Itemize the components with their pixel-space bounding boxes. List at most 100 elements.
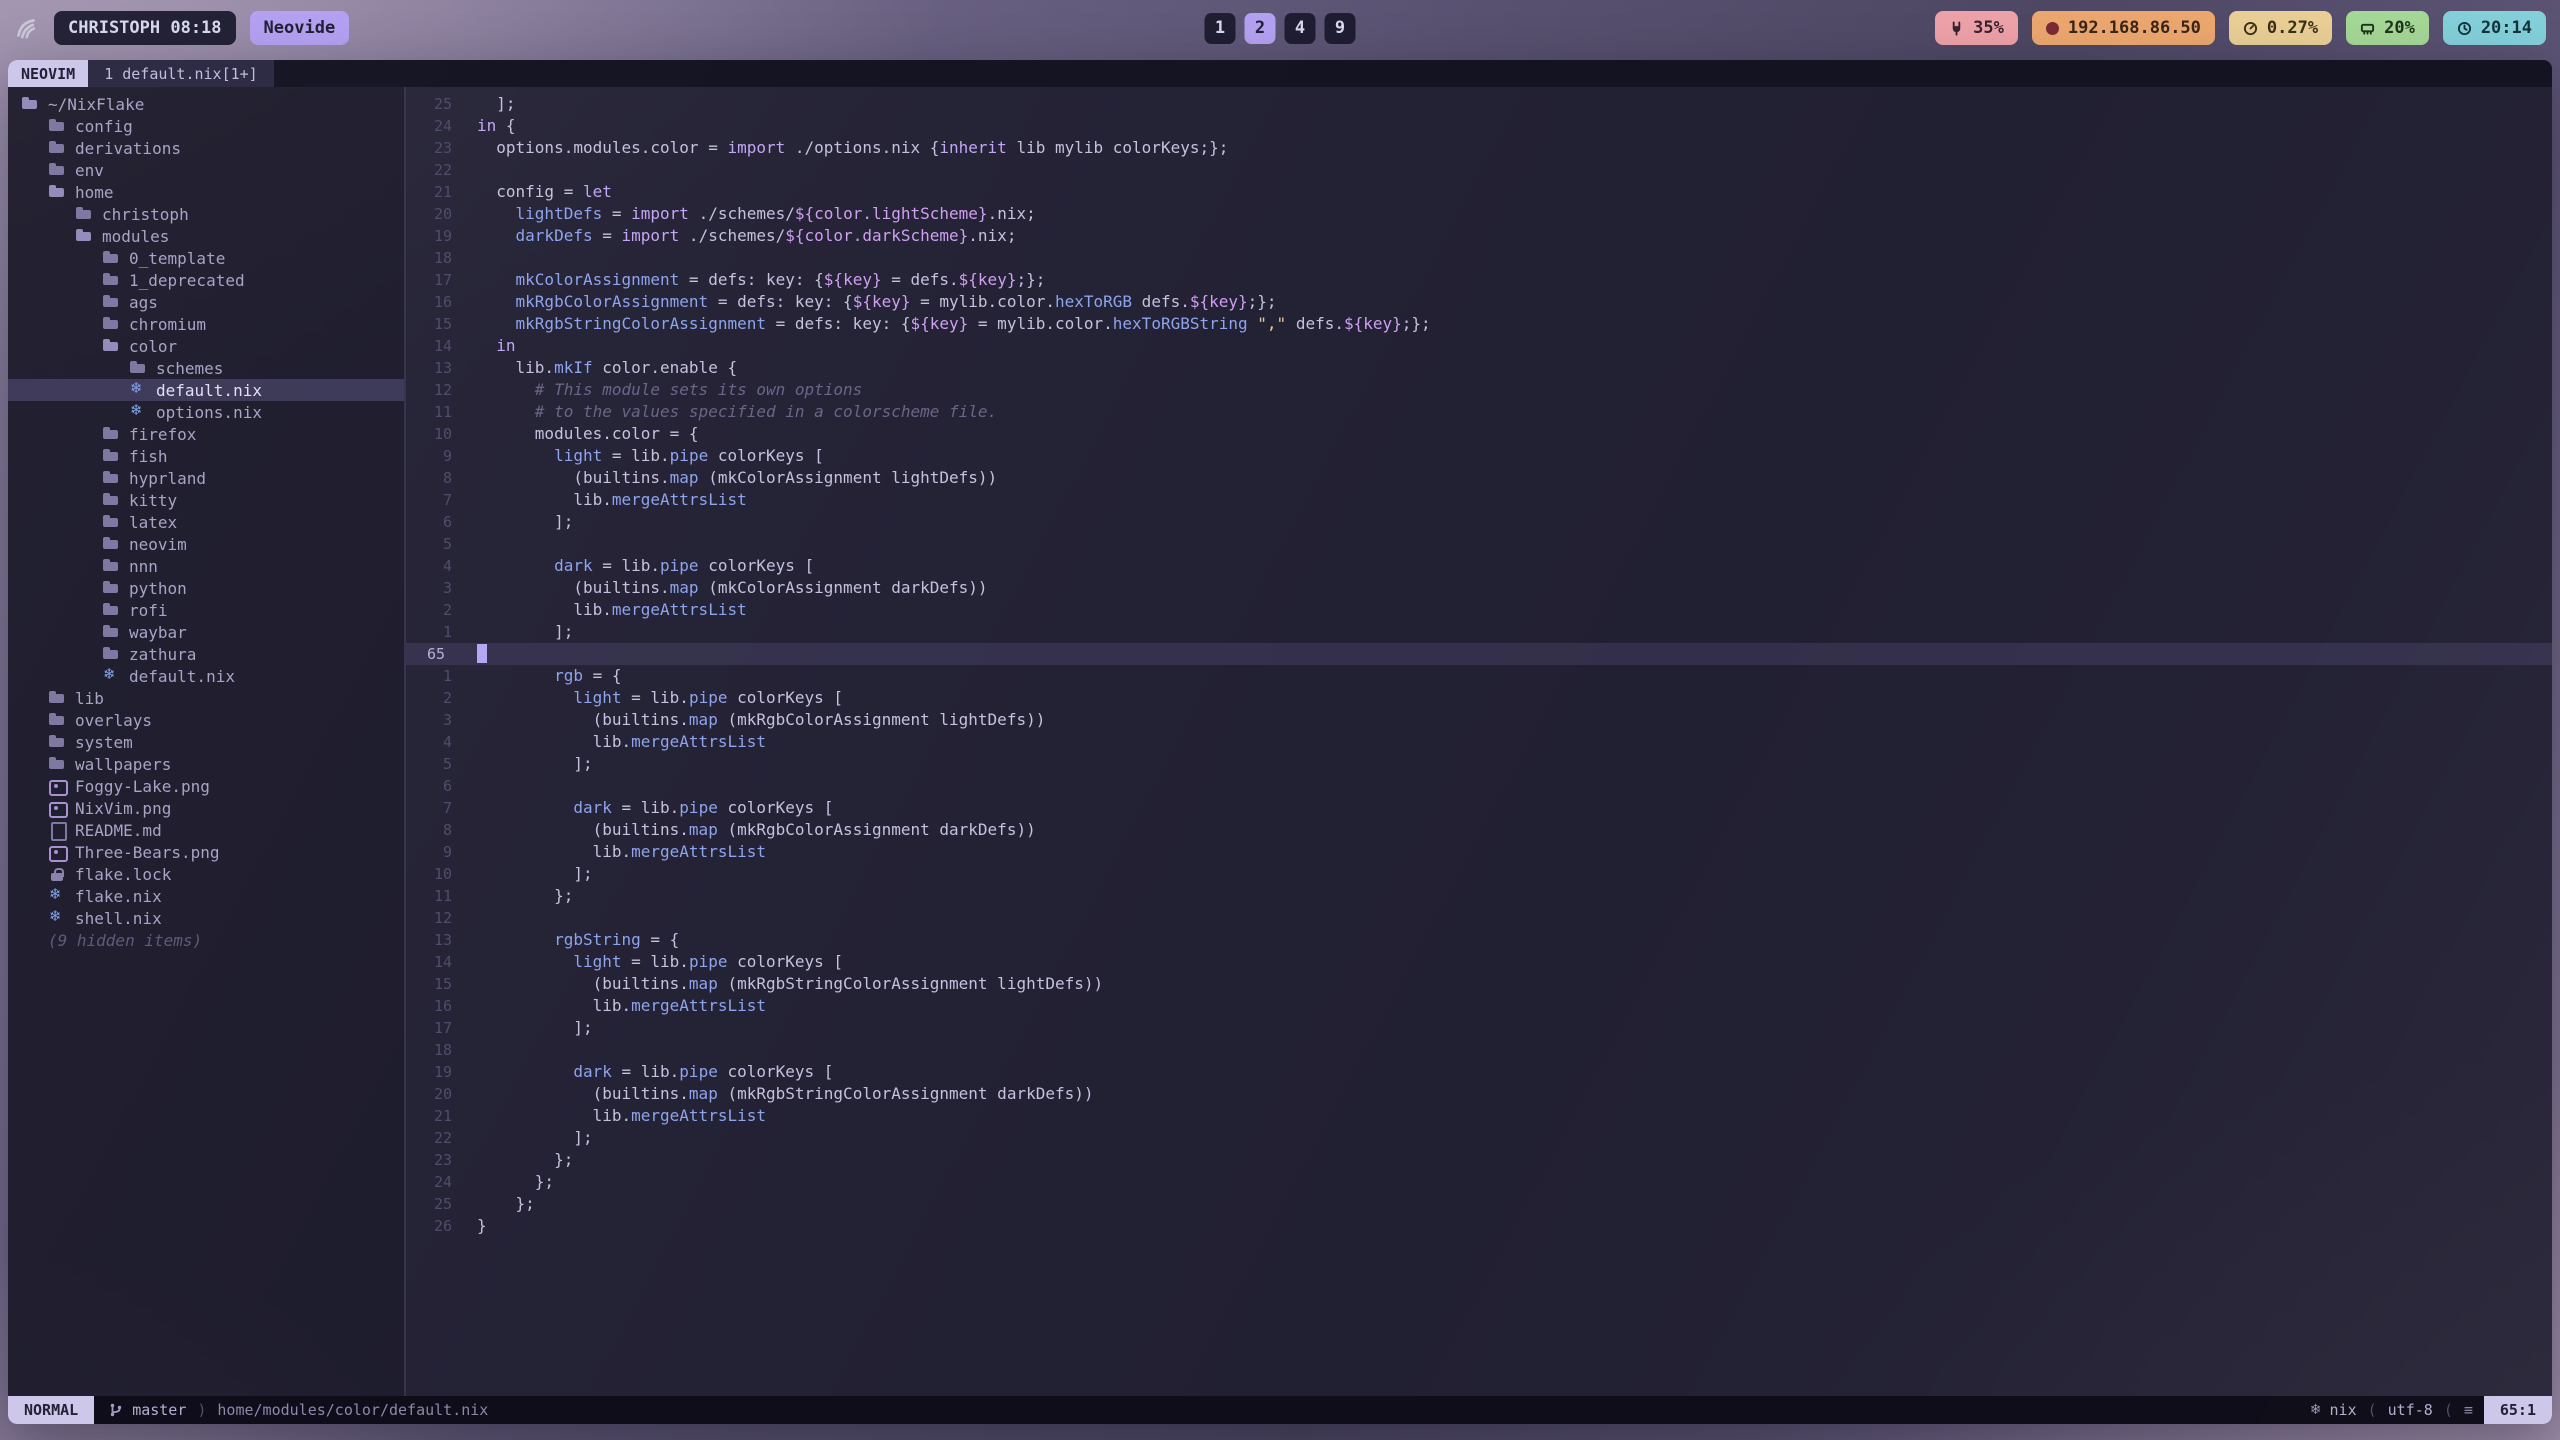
tree-item-selected[interactable]: default.nix xyxy=(8,379,404,401)
editor-line[interactable]: 15 (builtins.map (mkRgbStringColorAssign… xyxy=(406,973,2552,995)
editor-line[interactable]: 9 light = lib.pipe colorKeys [ xyxy=(406,445,2552,467)
workspace-button-4[interactable]: 4 xyxy=(1285,13,1316,44)
editor-line[interactable]: 20 (builtins.map (mkRgbStringColorAssign… xyxy=(406,1083,2552,1105)
editor-line[interactable]: 8 (builtins.map (mkRgbColorAssignment da… xyxy=(406,819,2552,841)
tree-item[interactable]: ags xyxy=(8,291,404,313)
editor-line[interactable]: 22 ]; xyxy=(406,1127,2552,1149)
tree-item[interactable]: home xyxy=(8,181,404,203)
tree-item[interactable]: nnn xyxy=(8,555,404,577)
tab-default-nix[interactable]: 1 default.nix[1+] xyxy=(88,60,274,87)
editor-line[interactable]: 17 ]; xyxy=(406,1017,2552,1039)
tree-item[interactable]: fish xyxy=(8,445,404,467)
tree-item[interactable]: flake.lock xyxy=(8,863,404,885)
line-number: 16 xyxy=(406,995,452,1017)
tree-item[interactable]: Three-Bears.png xyxy=(8,841,404,863)
tree-item[interactable]: Foggy-Lake.png xyxy=(8,775,404,797)
editor-line[interactable]: 4 dark = lib.pipe colorKeys [ xyxy=(406,555,2552,577)
tree-item[interactable]: 0_template xyxy=(8,247,404,269)
tree-item-label: flake.nix xyxy=(75,887,162,906)
tree-item[interactable]: options.nix xyxy=(8,401,404,423)
tree-item[interactable]: (9 hidden items) xyxy=(8,929,404,951)
tree-item[interactable]: chromium xyxy=(8,313,404,335)
editor-cursor-line[interactable]: 65 xyxy=(406,643,2552,665)
editor-line[interactable]: 2 lib.mergeAttrsList xyxy=(406,599,2552,621)
editor-line[interactable]: 19 dark = lib.pipe colorKeys [ xyxy=(406,1061,2552,1083)
editor-line[interactable]: 7 lib.mergeAttrsList xyxy=(406,489,2552,511)
editor-line[interactable]: 7 dark = lib.pipe colorKeys [ xyxy=(406,797,2552,819)
tree-item[interactable]: default.nix xyxy=(8,665,404,687)
editor-line[interactable]: 16 mkRgbColorAssignment = defs: key: {${… xyxy=(406,291,2552,313)
tree-item[interactable]: rofi xyxy=(8,599,404,621)
tree-item[interactable]: christoph xyxy=(8,203,404,225)
tree-item[interactable]: config xyxy=(8,115,404,137)
tree-item[interactable]: README.md xyxy=(8,819,404,841)
editor-line[interactable]: 1 rgb = { xyxy=(406,665,2552,687)
editor-line[interactable]: 14 light = lib.pipe colorKeys [ xyxy=(406,951,2552,973)
tree-item[interactable]: derivations xyxy=(8,137,404,159)
editor-line[interactable]: 19 darkDefs = import ./schemes/${color.d… xyxy=(406,225,2552,247)
editor-line[interactable]: 10 ]; xyxy=(406,863,2552,885)
editor-line[interactable]: 24in { xyxy=(406,115,2552,137)
tree-item[interactable]: schemes xyxy=(8,357,404,379)
tree-item[interactable]: firefox xyxy=(8,423,404,445)
workspace-button-9[interactable]: 9 xyxy=(1325,13,1356,44)
editor-line[interactable]: 16 lib.mergeAttrsList xyxy=(406,995,2552,1017)
editor-line[interactable]: 15 mkRgbStringColorAssignment = defs: ke… xyxy=(406,313,2552,335)
editor-line[interactable]: 10 modules.color = { xyxy=(406,423,2552,445)
tree-item[interactable]: NixVim.png xyxy=(8,797,404,819)
editor-line[interactable]: 17 mkColorAssignment = defs: key: {${key… xyxy=(406,269,2552,291)
editor-line[interactable]: 2 light = lib.pipe colorKeys [ xyxy=(406,687,2552,709)
tree-item[interactable]: modules xyxy=(8,225,404,247)
tree-item[interactable]: kitty xyxy=(8,489,404,511)
editor-line[interactable]: 5 xyxy=(406,533,2552,555)
editor-line[interactable]: 13 lib.mkIf color.enable { xyxy=(406,357,2552,379)
editor-line[interactable]: 14 in xyxy=(406,335,2552,357)
editor-line[interactable]: 12 xyxy=(406,907,2552,929)
tree-item[interactable]: waybar xyxy=(8,621,404,643)
editor-line[interactable]: 13 rgbString = { xyxy=(406,929,2552,951)
tree-item[interactable]: hyprland xyxy=(8,467,404,489)
editor-line[interactable]: 4 lib.mergeAttrsList xyxy=(406,731,2552,753)
tree-item[interactable]: neovim xyxy=(8,533,404,555)
editor-line[interactable]: 1 ]; xyxy=(406,621,2552,643)
tree-item[interactable]: 1_deprecated xyxy=(8,269,404,291)
editor-line[interactable]: 23 }; xyxy=(406,1149,2552,1171)
distro-logo-icon xyxy=(14,15,40,41)
tree-item[interactable]: latex xyxy=(8,511,404,533)
editor-line[interactable]: 21 config = let xyxy=(406,181,2552,203)
tree-item[interactable]: overlays xyxy=(8,709,404,731)
editor-line[interactable]: 9 lib.mergeAttrsList xyxy=(406,841,2552,863)
tree-item[interactable]: system xyxy=(8,731,404,753)
editor-line[interactable]: 6 ]; xyxy=(406,511,2552,533)
tree-item[interactable]: color xyxy=(8,335,404,357)
editor-line[interactable]: 24 }; xyxy=(406,1171,2552,1193)
editor-line[interactable]: 3 (builtins.map (mkColorAssignment darkD… xyxy=(406,577,2552,599)
workspace-button-2[interactable]: 2 xyxy=(1245,13,1276,44)
editor-line[interactable]: 11 # to the values specified in a colors… xyxy=(406,401,2552,423)
editor-line[interactable]: 25 ]; xyxy=(406,93,2552,115)
workspace-button-1[interactable]: 1 xyxy=(1205,13,1236,44)
editor-line[interactable]: 3 (builtins.map (mkRgbColorAssignment li… xyxy=(406,709,2552,731)
editor-line[interactable]: 23 options.modules.color = import ./opti… xyxy=(406,137,2552,159)
code-text: options.modules.color = import ./options… xyxy=(452,137,1228,159)
tree-item[interactable]: zathura xyxy=(8,643,404,665)
editor-line[interactable]: 5 ]; xyxy=(406,753,2552,775)
editor-line[interactable]: 11 }; xyxy=(406,885,2552,907)
editor-line[interactable]: 26} xyxy=(406,1215,2552,1237)
editor-line[interactable]: 8 (builtins.map (mkColorAssignment light… xyxy=(406,467,2552,489)
editor-line[interactable]: 25 }; xyxy=(406,1193,2552,1215)
editor-line[interactable]: 18 xyxy=(406,1039,2552,1061)
tree-item[interactable]: shell.nix xyxy=(8,907,404,929)
tree-item[interactable]: ~/NixFlake xyxy=(8,93,404,115)
tree-item[interactable]: python xyxy=(8,577,404,599)
editor-line[interactable]: 18 xyxy=(406,247,2552,269)
editor-line[interactable]: 12 # This module sets its own options xyxy=(406,379,2552,401)
editor-line[interactable]: 6 xyxy=(406,775,2552,797)
editor-line[interactable]: 21 lib.mergeAttrsList xyxy=(406,1105,2552,1127)
tree-item[interactable]: wallpapers xyxy=(8,753,404,775)
tree-item[interactable]: lib xyxy=(8,687,404,709)
editor-line[interactable]: 22 xyxy=(406,159,2552,181)
tree-item[interactable]: flake.nix xyxy=(8,885,404,907)
tree-item[interactable]: env xyxy=(8,159,404,181)
editor-line[interactable]: 20 lightDefs = import ./schemes/${color.… xyxy=(406,203,2552,225)
